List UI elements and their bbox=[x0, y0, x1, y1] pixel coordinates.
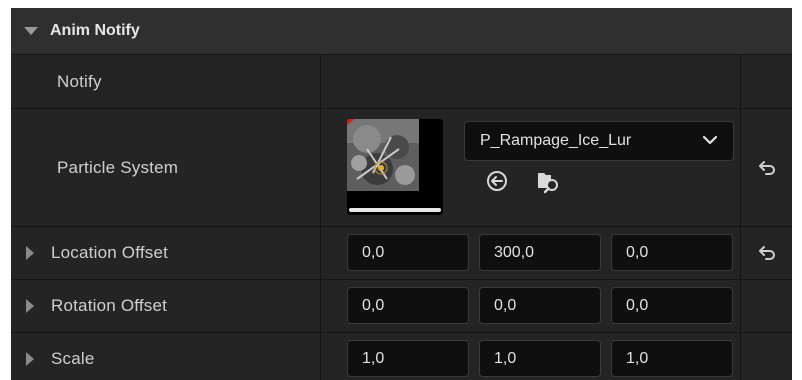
rotation-z-field[interactable]: 0,0 bbox=[611, 287, 733, 324]
asset-name: P_Rampage_Ice_Lur bbox=[480, 132, 632, 149]
property-value-notify bbox=[321, 55, 741, 108]
location-z-field[interactable]: 0,0 bbox=[611, 234, 733, 271]
property-row-scale: Scale 1,0 1,0 1,0 bbox=[11, 333, 792, 380]
dropdown-chevron-icon[interactable] bbox=[703, 135, 717, 145]
scale-x-field[interactable]: 1,0 bbox=[347, 340, 469, 377]
location-x-field[interactable]: 0,0 bbox=[347, 234, 469, 271]
rotation-x-field[interactable]: 0,0 bbox=[347, 287, 469, 324]
asset-picker-combo[interactable]: P_Rampage_Ice_Lur bbox=[464, 121, 734, 161]
asset-thumbnail[interactable] bbox=[347, 119, 443, 215]
collapse-arrow-icon[interactable] bbox=[24, 27, 38, 35]
property-row-notify: Notify bbox=[11, 55, 792, 109]
reset-to-default-icon[interactable] bbox=[758, 160, 776, 176]
particle-preview-image bbox=[347, 119, 419, 191]
scale-z-field[interactable]: 1,0 bbox=[611, 340, 733, 377]
section-title: Anim Notify bbox=[50, 22, 140, 39]
rotation-y-field[interactable]: 0,0 bbox=[479, 287, 601, 324]
property-row-particle-system: Particle System P_Rampage_Ice_Lur bbox=[11, 109, 792, 227]
property-label-scale: Scale bbox=[51, 349, 95, 368]
property-label-particle-system: Particle System bbox=[57, 157, 179, 177]
thumbnail-underline bbox=[349, 208, 441, 212]
browse-to-asset-icon[interactable] bbox=[537, 170, 561, 194]
reset-to-default-icon[interactable] bbox=[758, 245, 776, 261]
section-header-anim-notify[interactable]: Anim Notify bbox=[11, 8, 792, 55]
scale-y-field[interactable]: 1,0 bbox=[479, 340, 601, 377]
expand-arrow-icon[interactable] bbox=[26, 246, 34, 260]
property-row-rotation-offset: Rotation Offset 0,0 0,0 0,0 bbox=[11, 280, 792, 333]
use-selected-asset-icon[interactable] bbox=[486, 170, 508, 192]
property-label-rotation-offset: Rotation Offset bbox=[51, 296, 168, 315]
details-panel: Anim Notify Notify Particle System P_Ram… bbox=[11, 8, 792, 380]
property-label-location-offset: Location Offset bbox=[51, 243, 169, 262]
property-label-notify: Notify bbox=[57, 71, 102, 91]
expand-arrow-icon[interactable] bbox=[26, 352, 34, 366]
expand-arrow-icon[interactable] bbox=[26, 299, 34, 313]
location-y-field[interactable]: 300,0 bbox=[479, 234, 601, 271]
property-row-location-offset: Location Offset 0,0 300,0 0,0 bbox=[11, 227, 792, 280]
